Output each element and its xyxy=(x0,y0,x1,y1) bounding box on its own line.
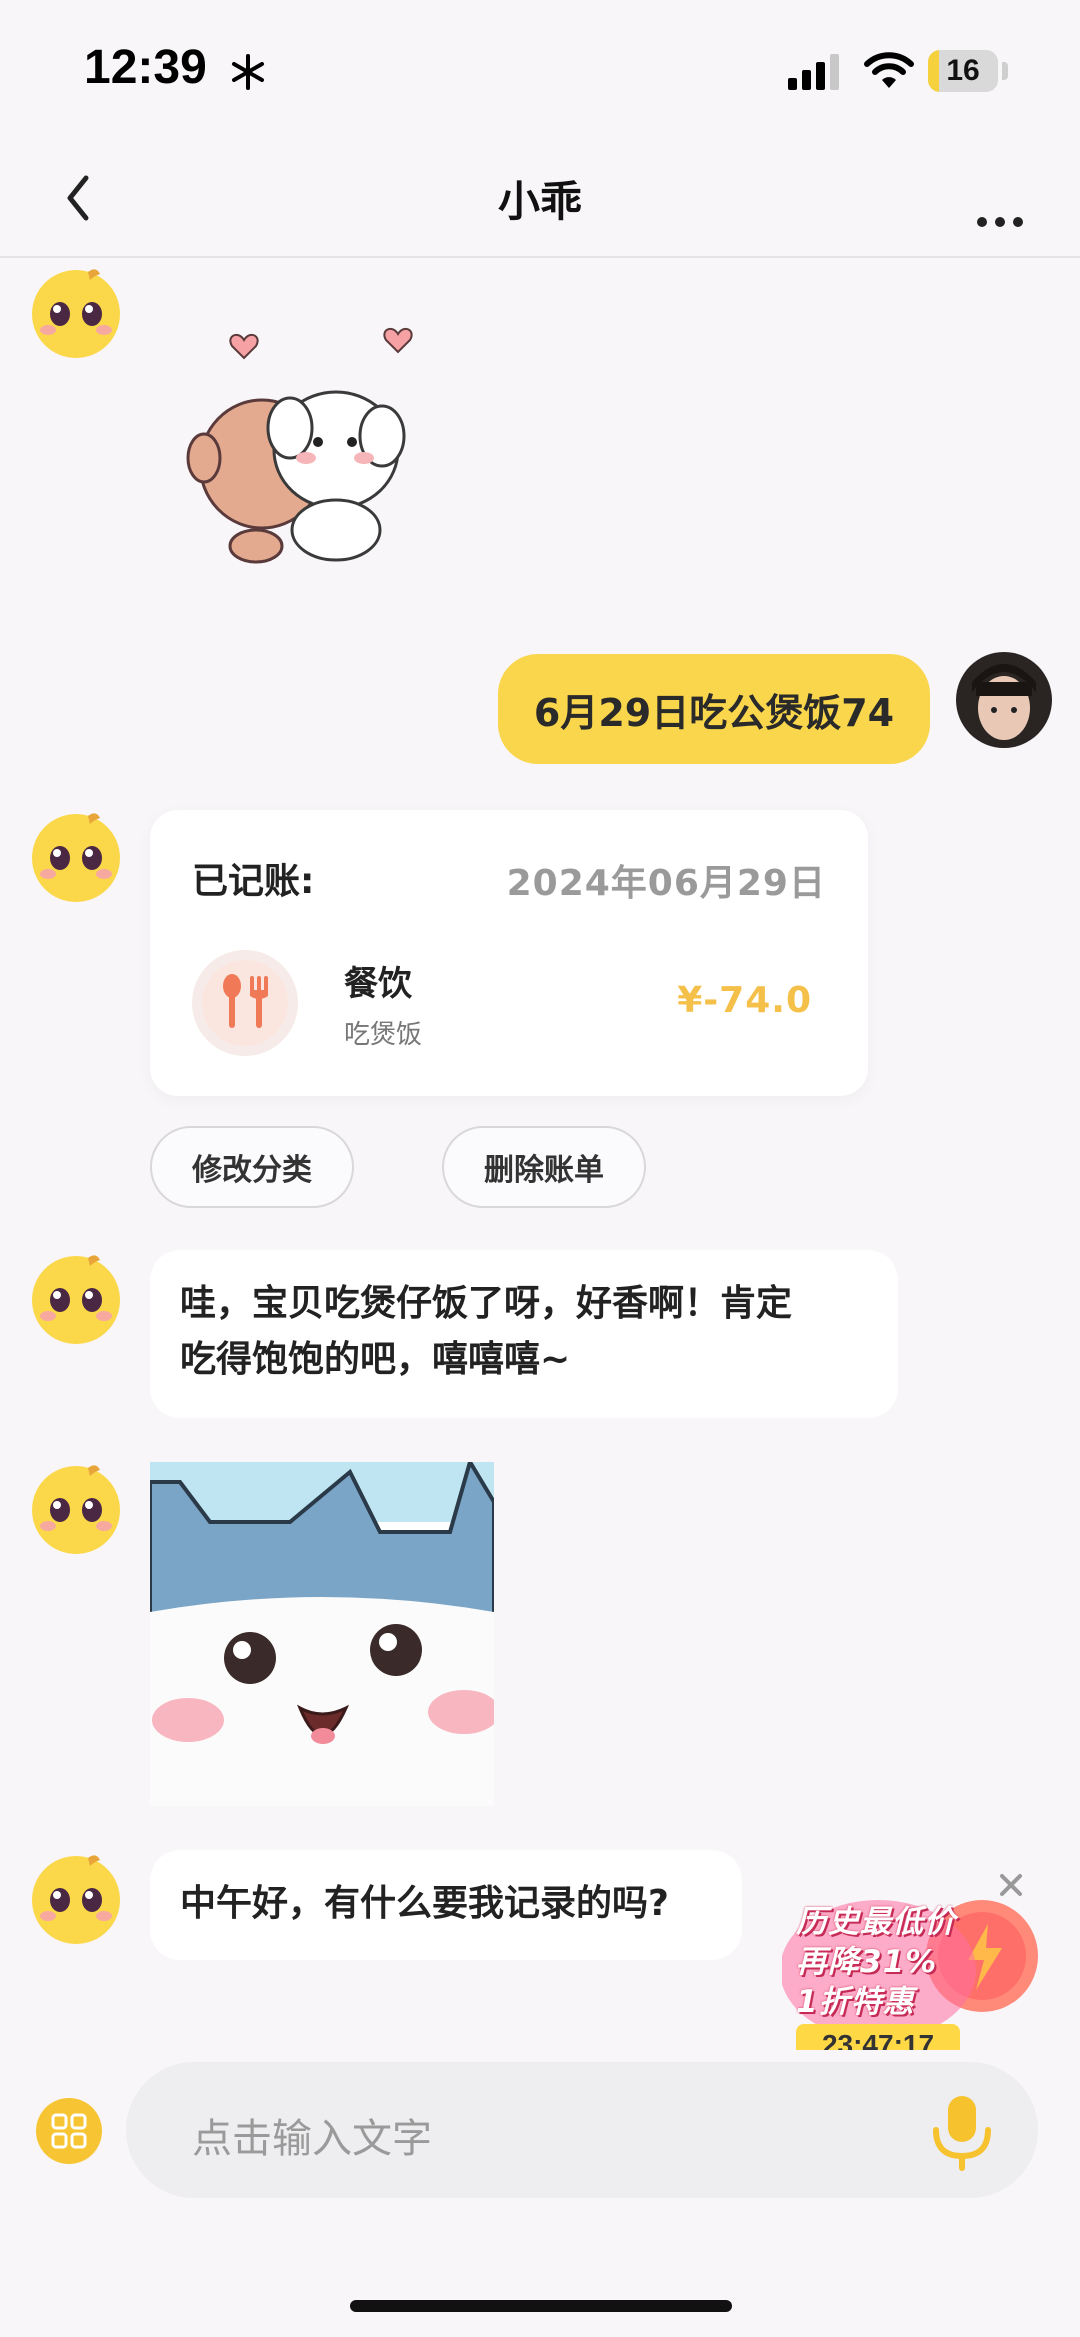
status-time: 12:39 xyxy=(84,41,207,94)
bill-category: 餐饮 xyxy=(344,964,412,1004)
signal-icon xyxy=(788,54,839,90)
user-message-bubble[interactable]: 6月29日吃公煲饭74 xyxy=(498,654,930,764)
hug-sticker[interactable] xyxy=(186,318,456,576)
apps-grid-icon xyxy=(51,2113,87,2149)
bot-message-bubble[interactable]: 哇，宝贝吃煲仔饭了呀，好香啊！肯定 吃得饱饱的吧，嘻嘻嘻~ xyxy=(150,1250,898,1418)
apps-button[interactable] xyxy=(36,2098,102,2164)
battery-icon: 16 xyxy=(928,50,998,92)
fork-spoon-icon xyxy=(223,974,268,1028)
battery-level: 16 xyxy=(946,54,980,87)
bot-avatar[interactable] xyxy=(28,1850,124,1946)
home-indicator xyxy=(350,2300,732,2312)
promo-line: 再降31% xyxy=(796,1944,938,1980)
more-dots-icon xyxy=(977,217,1023,227)
promo-line: 历史最低价 xyxy=(796,1904,956,1940)
bot-avatar[interactable] xyxy=(28,808,124,904)
close-icon[interactable] xyxy=(996,1870,1026,1900)
promo-line: 1折特惠 xyxy=(796,1984,915,2020)
bill-note: 吃煲饭 xyxy=(344,1020,423,1050)
bill-amount: ¥-74.0 xyxy=(677,980,812,1021)
microphone-icon[interactable] xyxy=(924,2092,1000,2172)
page-title: 小乖 xyxy=(497,177,582,226)
delete-bill-button[interactable]: 删除账单 xyxy=(442,1126,646,1208)
wifi-icon xyxy=(864,52,914,88)
bot-avatar[interactable] xyxy=(28,1460,124,1556)
snowflake-icon xyxy=(232,54,264,90)
input-placeholder: 点击输入文字 xyxy=(192,2116,432,2162)
bot-avatar[interactable] xyxy=(28,264,124,360)
bill-card[interactable]: 已记账: 2024年06月29日 餐饮 吃煲饭 ¥-74.0 xyxy=(150,810,868,1096)
bill-date: 2024年06月29日 xyxy=(506,863,826,904)
bot-message-bubble[interactable]: 中午好，有什么要我记录的吗? xyxy=(150,1850,742,1960)
message-input[interactable]: 点击输入文字 xyxy=(126,2062,1038,2198)
message-line: 吃得饱饱的吧，嘻嘻嘻~ xyxy=(180,1339,571,1380)
user-avatar[interactable] xyxy=(956,652,1052,748)
battery-tip xyxy=(1002,62,1008,80)
category-icon-wrap xyxy=(192,950,298,1056)
cartoon-face-sticker[interactable] xyxy=(150,1462,494,1806)
edit-category-button[interactable]: 修改分类 xyxy=(150,1126,354,1208)
bot-avatar[interactable] xyxy=(28,1250,124,1346)
nav-bar: 小乖 xyxy=(0,140,1080,258)
message-line: 哇，宝贝吃煲仔饭了呀，好香啊！肯定 xyxy=(180,1283,793,1324)
status-bar: 12:39 16 xyxy=(0,0,1080,140)
bill-status: 已记账: xyxy=(192,861,315,902)
more-options-button[interactable] xyxy=(968,170,1040,230)
